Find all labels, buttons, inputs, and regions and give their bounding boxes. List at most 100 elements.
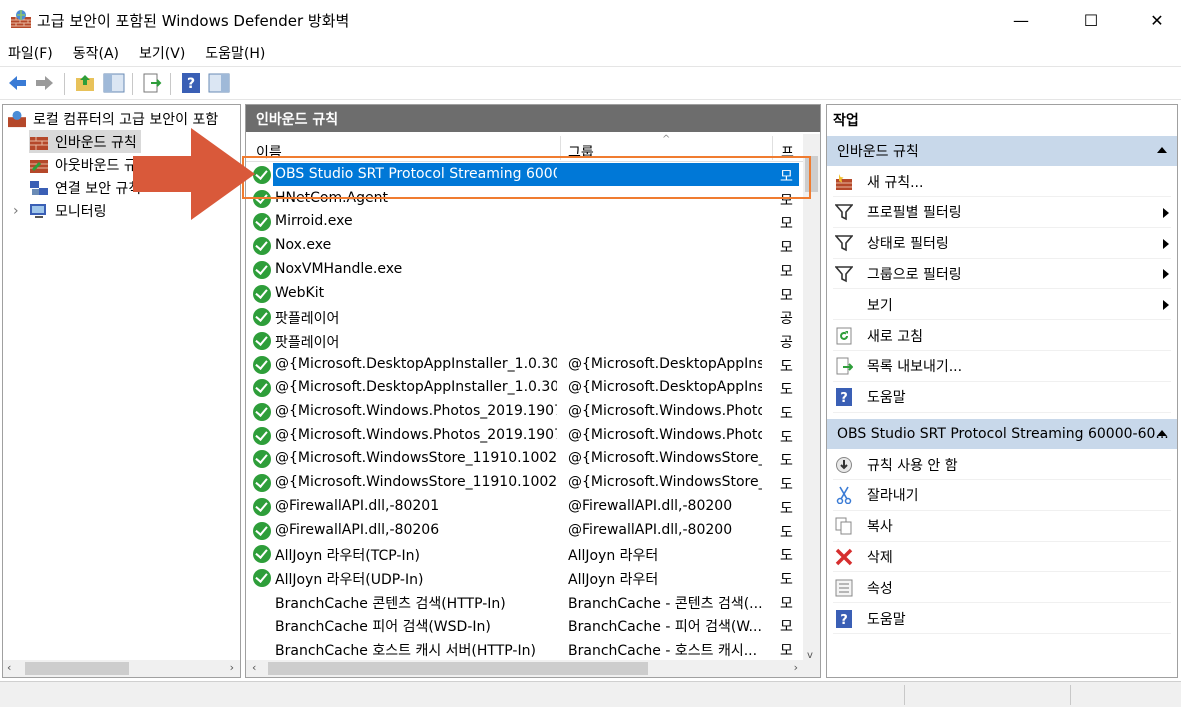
maximize-button[interactable]: ☐ [1068,0,1114,40]
rule-name: @{Microsoft.WindowsStore_11910.1002.5... [275,474,557,491]
rules-list-pane: 인바운드 규칙 이름 그룹 프 ^ OBS Studio SRT Protoco… [245,104,821,678]
up-folder-icon[interactable] [74,72,96,94]
menu-help[interactable]: 도움말(H) [205,43,265,63]
forward-arrow-icon[interactable] [34,72,56,94]
action-item[interactable]: 목록 내보내기... [833,352,1171,382]
table-row[interactable]: @{Microsoft.WindowsStore_11910.1002.5...… [246,471,806,495]
table-row[interactable]: OBS Studio SRT Protocol Streaming 6000..… [246,163,806,187]
tree-item-monitoring[interactable]: › 모니터링 [13,199,107,222]
show-hide-action-pane-icon[interactable] [208,72,230,94]
table-row[interactable]: @FirewallAPI.dll,-80206 @FirewallAPI.dll,… [246,519,806,543]
action-item[interactable]: 보기 [833,290,1171,321]
table-row[interactable]: @{Microsoft.DesktopAppInstaller_1.0.3025… [246,353,806,377]
enabled-check-icon [253,403,271,421]
rule-profile: 모 [780,216,793,233]
scroll-left-icon[interactable]: ‹ [252,661,256,674]
tree-root[interactable]: 로컬 컴퓨터의 고급 보안이 포함 [7,107,218,130]
table-row[interactable]: Mirroid.exe 모 [246,210,806,234]
table-row[interactable]: @FirewallAPI.dll,-80201 @FirewallAPI.dll,… [246,495,806,519]
table-row[interactable]: WebKit 모 [246,282,806,306]
table-row[interactable]: @{Microsoft.Windows.Photos_2019.19071...… [246,424,806,448]
minimize-button[interactable]: — [998,0,1044,40]
table-row[interactable]: @{Microsoft.Windows.Photos_2019.19071...… [246,400,806,424]
action-item[interactable]: 속성 [833,573,1171,604]
column-divider[interactable] [772,136,773,160]
table-row[interactable]: @{Microsoft.DesktopAppInstaller_1.0.3025… [246,376,806,400]
action-item[interactable]: 새 규칙... [833,167,1171,197]
outbound-rules-icon [30,159,48,173]
export-icon [835,357,853,375]
column-profile[interactable]: 프 [781,142,794,162]
export-list-icon[interactable] [141,72,163,94]
rules-vertical-scrollbar[interactable]: v [803,134,820,662]
column-group[interactable]: 그룹 [568,142,594,162]
action-item[interactable]: ? 도움말 [833,604,1171,634]
rule-group: @{Microsoft.Windows.Photo... [568,403,762,419]
action-item[interactable]: 복사 [833,512,1171,542]
action-item[interactable]: 새로 고침 [833,321,1171,351]
table-row[interactable]: BranchCache 호스트 캐시 서버(HTTP-In) BranchCach… [246,637,806,657]
rule-name: Mirroid.exe [275,213,353,230]
menu-action[interactable]: 동작(A) [73,43,119,63]
enabled-check-icon [253,189,271,208]
column-divider[interactable] [560,136,561,160]
scrollbar-thumb[interactable] [805,156,818,192]
rule-name: BranchCache 피어 검색(WSD-In) [275,619,491,636]
collapse-caret-icon[interactable] [1157,147,1167,153]
back-arrow-icon[interactable] [6,72,28,94]
action-item[interactable]: 프로필별 필터링 [833,198,1171,228]
expand-chevron-icon[interactable]: › [13,203,29,219]
submenu-arrow-icon [1163,269,1169,280]
tree-item-inbound-rules[interactable]: 인바운드 규칙 [29,130,141,153]
action-item[interactable]: ? 도움말 [833,383,1171,413]
rule-profile: 도 [780,429,793,446]
rule-name: AllJoyn 라우터(TCP-In) [275,548,420,565]
action-item[interactable]: 그룹으로 필터링 [833,259,1171,290]
action-item[interactable]: 상태로 필터링 [833,229,1171,259]
action-label: 삭제 [867,549,893,566]
rule-profile: 도 [780,453,793,470]
table-row[interactable]: NoxVMHandle.exe 모 [246,258,806,282]
firewall-app-icon [8,110,26,127]
menu-view[interactable]: 보기(V) [139,43,185,63]
action-group-title: 인바운드 규칙 [837,144,919,160]
scroll-right-icon[interactable]: › [794,661,798,674]
table-row[interactable]: HNetCom.Agent 모 [246,187,806,211]
action-group-inbound-rules[interactable]: 인바운드 규칙 [827,136,1177,166]
table-row[interactable]: BranchCache 피어 검색(WSD-In) BranchCache - 피… [246,613,806,637]
action-item[interactable]: 규칙 사용 안 함 [833,450,1171,480]
column-name[interactable]: 이름 [256,142,282,162]
table-row[interactable]: AllJoyn 라우터(UDP-In) AllJoyn 라우터 도 [246,566,806,590]
table-row[interactable]: Nox.exe 모 [246,234,806,258]
tree-horizontal-scrollbar[interactable]: ‹ › [3,660,240,677]
scroll-right-icon[interactable]: › [230,661,234,674]
enabled-check-icon [253,568,271,587]
action-item[interactable]: 잘라내기 [833,481,1171,511]
rule-group: AllJoyn 라우터 [568,548,659,565]
table-row[interactable]: BranchCache 콘텐츠 검색(HTTP-In) BranchCache -… [246,590,806,614]
scrollbar-thumb[interactable] [268,662,648,675]
rules-list: OBS Studio SRT Protocol Streaming 6000..… [246,163,806,657]
column-header-row: 이름 그룹 프 ^ [246,134,820,162]
table-row[interactable]: 팟플레이어 공 [246,305,806,329]
scroll-left-icon[interactable]: ‹ [7,661,11,674]
table-row[interactable]: @{Microsoft.WindowsStore_11910.1002.5...… [246,447,806,471]
table-row[interactable]: 팟플레이어 공 [246,329,806,353]
scrollbar-thumb[interactable] [25,662,129,675]
collapse-caret-icon[interactable] [1157,430,1167,436]
blank-icon [835,296,853,314]
show-hide-tree-icon[interactable] [103,72,125,94]
help-icon[interactable]: ? [180,72,202,94]
rule-name: WebKit [275,284,325,301]
close-button[interactable]: ✕ [1134,0,1180,40]
tree-item-outbound-rules[interactable]: 아웃바운드 규칙 [29,153,150,176]
action-group-selected-rule[interactable]: OBS Studio SRT Protocol Streaming 60000-… [827,419,1177,449]
menu-file[interactable]: 파일(F) [8,43,53,63]
action-item[interactable]: 삭제 [833,542,1171,573]
rule-name: @{Microsoft.Windows.Photos_2019.19071... [275,403,557,419]
rule-profile: 도 [780,477,793,494]
sort-arrow-icon: ^ [662,134,671,145]
rules-horizontal-scrollbar[interactable]: ‹ › [246,660,820,677]
table-row[interactable]: AllJoyn 라우터(TCP-In) AllJoyn 라우터 도 [246,542,806,566]
tree-item-connection-security[interactable]: 연결 보안 규칙 [29,176,141,199]
